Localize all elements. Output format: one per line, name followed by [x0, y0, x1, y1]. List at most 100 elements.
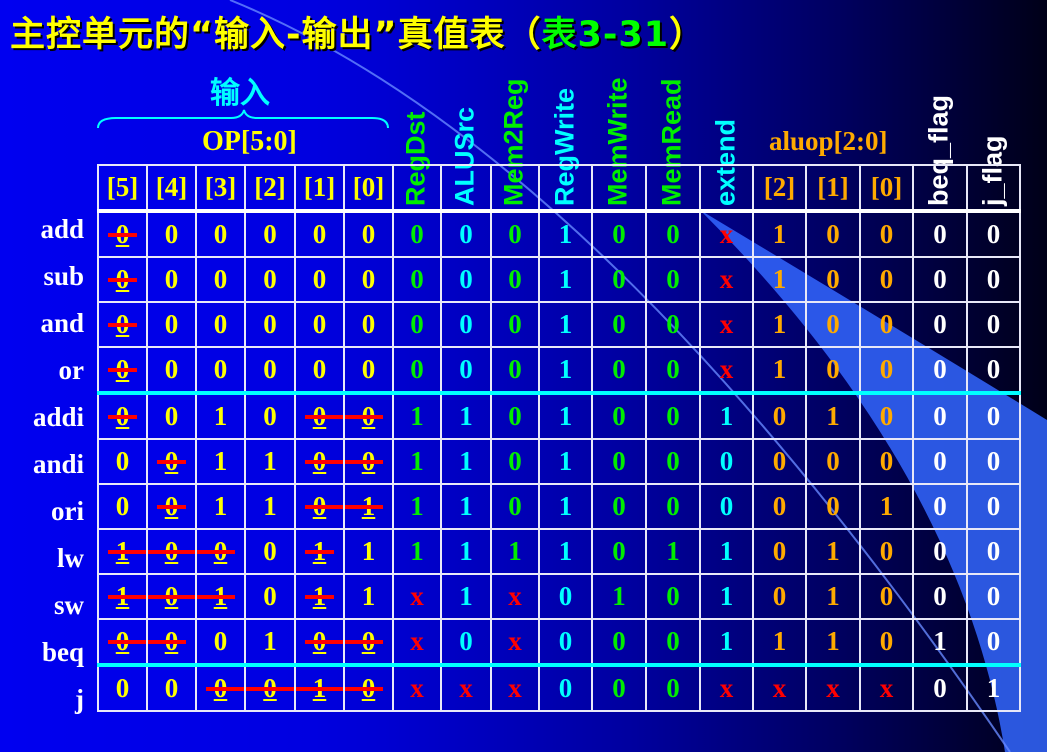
cell-value: 1: [719, 581, 734, 611]
op-bit-cell: 0: [146, 391, 197, 440]
cell-value: 0: [826, 491, 840, 521]
cell-value: [0]: [870, 172, 903, 202]
output-cell: 0: [645, 256, 701, 303]
cell-value: 0: [558, 673, 573, 703]
output-cell: 0: [392, 346, 442, 394]
op-bit-cell: 0: [244, 256, 296, 303]
output-cell: 1: [699, 618, 754, 666]
op-bit-header: [0]: [343, 164, 394, 212]
aluop-cell: 1: [805, 528, 861, 575]
cell-value: x: [719, 309, 734, 339]
cell-value: 1: [879, 491, 894, 521]
cell-value: 1: [612, 581, 626, 611]
op-bit-cell: 0: [97, 663, 148, 712]
cell-value: 0: [666, 309, 680, 339]
cell-value: 1: [459, 446, 473, 476]
cell-value: 0: [612, 536, 626, 566]
output-cell: 1: [538, 210, 593, 258]
output-cell: 1: [392, 483, 442, 530]
cell-value: 0: [879, 536, 894, 566]
strike-line: [108, 549, 146, 554]
aluop-bit-header: [1]: [805, 164, 861, 212]
strike-line: [206, 686, 244, 691]
output-cell: 0: [645, 391, 701, 440]
op-bit-cell: 0: [343, 438, 394, 485]
op-bit-cell: 0: [146, 301, 197, 348]
row-label-sub: sub: [43, 261, 84, 291]
row-label-addi: addi: [32, 402, 84, 432]
flag-cell: 0: [966, 618, 1021, 666]
flag-cell: 1: [912, 618, 968, 666]
cell-value: x: [719, 219, 734, 249]
cell-value: 0: [612, 309, 626, 339]
output-cell: 0: [645, 663, 701, 712]
op-bit-cell: 0: [97, 210, 148, 258]
cell-value: 0: [612, 264, 626, 294]
strike-line: [108, 639, 146, 644]
output-cell: 1: [538, 483, 593, 530]
op-bit-header: [2]: [244, 164, 296, 212]
cell-value: 0: [986, 581, 1001, 611]
op-bit-cell: 0: [146, 663, 197, 712]
output-cell: 1: [392, 528, 442, 575]
output-cell: 0: [392, 301, 442, 348]
aluop-cell: 0: [859, 210, 914, 258]
cell-value: 0: [772, 581, 787, 611]
aluop-cell: 0: [859, 391, 914, 440]
table-row: 000010xxx000xxxx01: [97, 663, 1021, 712]
cell-value: 1: [213, 491, 228, 521]
cell-value: 0: [666, 626, 680, 656]
aluop-cell: 1: [752, 346, 807, 394]
cell-value: 0: [826, 309, 840, 339]
cell-value: 0: [986, 491, 1001, 521]
cell-value: 0: [826, 219, 840, 249]
aluop-label: aluop[2:0]: [769, 126, 888, 156]
cell-value: 1: [558, 401, 573, 431]
output-cell: 0: [699, 483, 754, 530]
op-bit-cell: 0: [294, 210, 345, 258]
output-cell: 1: [440, 573, 492, 620]
strike-line: [246, 686, 294, 691]
cell-value: 0: [612, 219, 626, 249]
op-bit-cell: 0: [294, 618, 345, 666]
row-label-lw: lw: [57, 543, 84, 573]
output-cell: 0: [591, 663, 647, 712]
output-cell: 0: [490, 301, 540, 348]
cell-value: 0: [666, 491, 680, 521]
output-cell: 0: [440, 256, 492, 303]
cell-value: 0: [879, 626, 894, 656]
cell-value: 1: [213, 401, 228, 431]
aluop-cell: x: [805, 663, 861, 712]
cell-value: 1: [558, 446, 573, 476]
cell-value: [2]: [254, 172, 286, 202]
output-header-cell: [538, 164, 593, 212]
op-bit-cell: 0: [146, 210, 197, 258]
flag-cell: 0: [966, 346, 1021, 394]
aluop-cell: 0: [752, 483, 807, 530]
output-cell: 0: [490, 391, 540, 440]
aluop-cell: 1: [752, 210, 807, 258]
aluop-cell: 0: [805, 256, 861, 303]
cell-value: x: [719, 264, 734, 294]
table-row: 000000000100x10000: [97, 346, 1021, 394]
page-title: 主控单元的“输入-输出”真值表（表3-31）: [10, 15, 706, 55]
output-cell: x: [490, 618, 540, 666]
strike-line: [108, 594, 146, 599]
strike-line: [345, 504, 383, 509]
cell-value: 0: [361, 309, 376, 339]
output-cell: x: [392, 663, 442, 712]
flag-cell: 0: [912, 346, 968, 394]
cell-value: 0: [508, 219, 522, 249]
cell-value: 0: [459, 264, 473, 294]
flag-cell: 0: [966, 256, 1021, 303]
aluop-cell: 0: [805, 483, 861, 530]
cell-value: 0: [164, 309, 179, 339]
cell-value: 0: [612, 673, 626, 703]
cell-value: 0: [115, 673, 130, 703]
output-cell: 1: [538, 528, 593, 575]
output-header-cell: [440, 164, 492, 212]
cell-value: 1: [558, 264, 573, 294]
output-cell: x: [699, 301, 754, 348]
flag-cell: 0: [966, 528, 1021, 575]
cell-value: 0: [879, 219, 894, 249]
